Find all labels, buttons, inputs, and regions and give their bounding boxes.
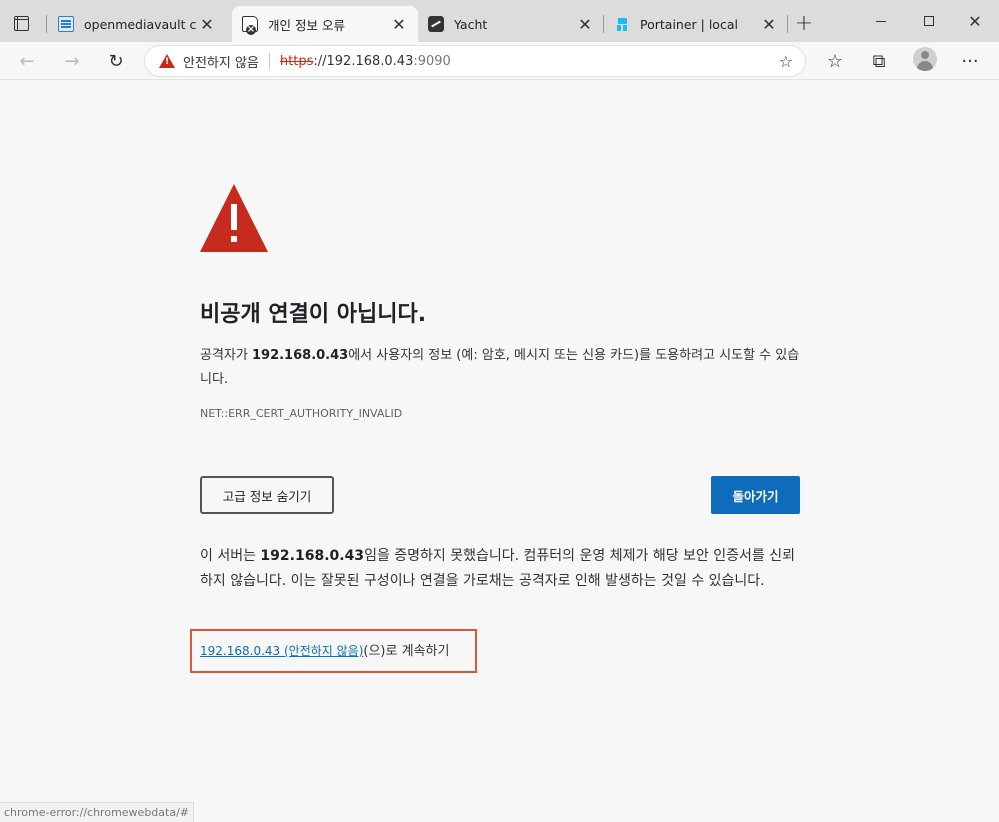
settings-menu-button[interactable]: ··· — [955, 46, 985, 76]
page-error-icon — [242, 16, 258, 35]
yacht-icon — [428, 16, 444, 32]
error-code[interactable]: NET::ERR_CERT_AUTHORITY_INVALID — [200, 407, 402, 420]
tab-title: Yacht — [454, 16, 488, 32]
error-description: 공격자가 192.168.0.43에서 사용자의 정보 (예: 암호, 메시지 … — [200, 344, 800, 392]
openmediavault-icon — [58, 16, 74, 32]
tab-title: Portainer | local — [640, 16, 738, 32]
address-divider — [268, 53, 270, 69]
url-host: ://192.168.0.43 — [313, 53, 414, 69]
go-back-button[interactable]: 돌아가기 — [711, 476, 800, 514]
tab-yacht[interactable]: Yacht ✕ — [418, 6, 604, 42]
close-icon[interactable]: ✕ — [758, 13, 780, 35]
forward-button[interactable]: → — [57, 46, 87, 76]
favorites-icon: ☆ — [826, 50, 844, 72]
tab-openmediavault[interactable]: openmediavault contro ✕ — [48, 6, 226, 42]
collections-icon: ⧉ — [872, 50, 886, 72]
tab-separator — [46, 15, 47, 33]
url-port: :9090 — [413, 53, 451, 69]
plus-icon: + — [794, 10, 814, 36]
status-bar: chrome-error://chromewebdata/# — [0, 802, 194, 822]
more-icon: ··· — [961, 50, 979, 72]
tab-title: openmediavault contro — [84, 16, 196, 32]
arrow-right-icon: → — [64, 50, 80, 72]
collections-button[interactable]: ⧉ — [864, 46, 894, 76]
tab-separator — [787, 15, 788, 33]
close-icon[interactable]: ✕ — [196, 13, 218, 35]
browser-toolbar: ← → ↻ ! 안전하지 않음 https ://192.168.0.43 :9… — [0, 42, 999, 80]
page-title: 비공개 연결이 아닙니다. — [200, 302, 427, 327]
back-button[interactable]: ← — [12, 46, 42, 76]
maximize-button[interactable] — [906, 6, 952, 36]
close-icon: ✕ — [968, 11, 982, 31]
profile-avatar[interactable] — [913, 47, 937, 71]
minimize-button[interactable] — [858, 6, 904, 36]
new-tab-button[interactable]: + — [793, 10, 815, 36]
url-scheme: https — [279, 53, 314, 69]
minimize-icon — [876, 20, 886, 22]
security-label[interactable]: 안전하지 않음 — [183, 52, 259, 71]
desc-prefix: 공격자가 — [200, 348, 252, 363]
hide-advanced-button[interactable]: 고급 정보 숨기기 — [200, 476, 334, 514]
maximize-icon — [924, 16, 934, 26]
proceed-line: 192.168.0.43 (안전하지 않음)(으)로 계속하기 — [200, 640, 449, 659]
desc-host: 192.168.0.43 — [251, 348, 349, 363]
proceed-unsafe-link[interactable]: 192.168.0.43 (안전하지 않음) — [200, 644, 363, 658]
favorites-button[interactable]: ☆ — [820, 46, 850, 76]
refresh-icon: ↻ — [108, 50, 124, 72]
tab-bar: openmediavault contro ✕ 개인 정보 오류 ✕ Yacht… — [0, 0, 999, 42]
tab-title: 개인 정보 오류 — [268, 17, 345, 33]
close-icon[interactable]: ✕ — [574, 13, 596, 35]
tab-actions-button[interactable] — [6, 8, 36, 38]
arrow-left-icon: ← — [19, 50, 35, 72]
portainer-icon — [614, 16, 630, 32]
proceed-suffix: (으)로 계속하기 — [363, 644, 450, 659]
refresh-button[interactable]: ↻ — [101, 46, 131, 76]
detail-prefix: 이 서버는 — [200, 548, 261, 564]
tab-actions-icon — [13, 15, 29, 31]
add-favorite-icon[interactable]: ☆ — [779, 52, 793, 71]
address-bar[interactable]: ! 안전하지 않음 https ://192.168.0.43 :9090 ☆ — [144, 45, 806, 77]
close-window-button[interactable]: ✕ — [952, 6, 998, 36]
tab-privacy-error[interactable]: 개인 정보 오류 ✕ — [232, 6, 418, 42]
advanced-details: 이 서버는 192.168.0.43임을 증명하지 못했습니다. 컴퓨터의 운영… — [200, 544, 800, 594]
warning-icon[interactable]: ! — [159, 54, 175, 68]
warning-icon — [200, 184, 268, 252]
close-icon[interactable]: ✕ — [388, 13, 410, 35]
tab-portainer[interactable]: Portainer | local ✕ — [604, 6, 788, 42]
detail-host: 192.168.0.43 — [260, 548, 365, 564]
